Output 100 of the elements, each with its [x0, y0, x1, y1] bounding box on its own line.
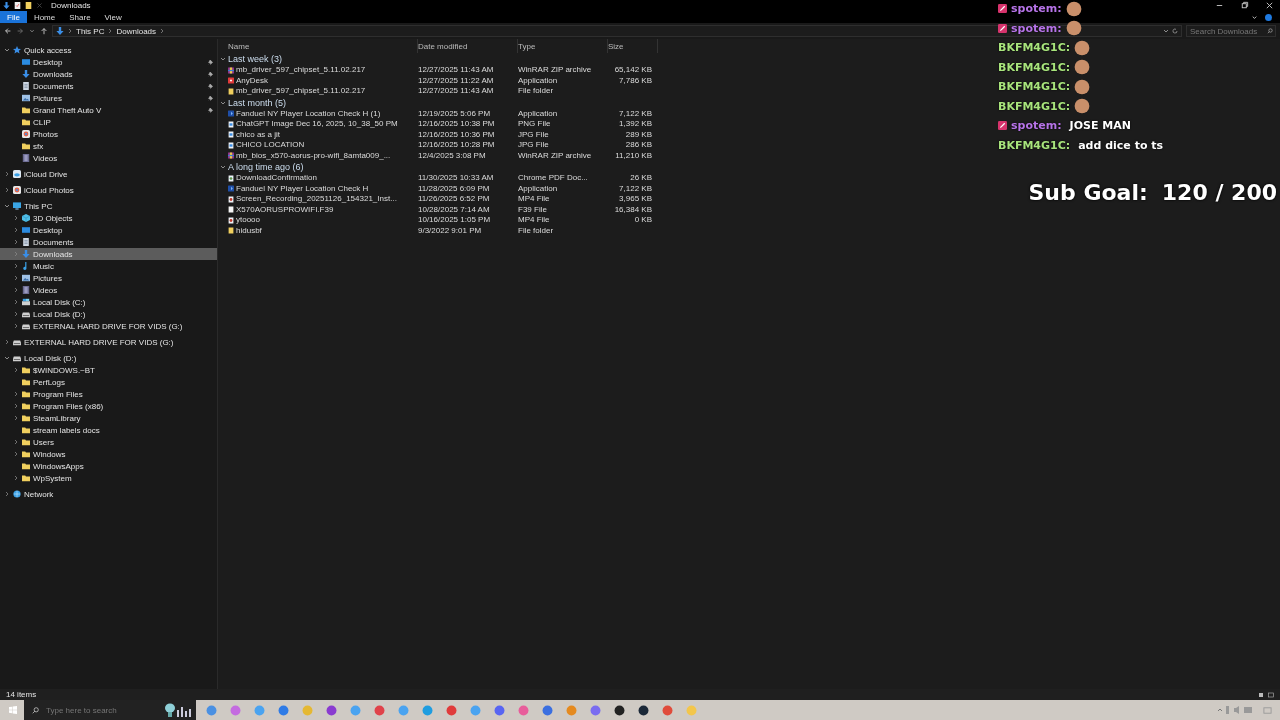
chevron-down-icon[interactable] [1163, 28, 1169, 34]
help-icon[interactable] [1265, 13, 1272, 21]
ribbon-tab[interactable]: Share [62, 11, 98, 23]
chevron-down-icon[interactable] [4, 203, 10, 209]
nav-item[interactable]: Music [0, 260, 217, 272]
nav-item[interactable]: Program Files [0, 388, 217, 400]
nav-item[interactable]: Windows [0, 448, 217, 460]
search-field[interactable]: Search Downloads [1186, 25, 1276, 37]
file-name[interactable]: ChatGPT Image Dec 16, 2025, 10_38_50 PM [228, 119, 418, 130]
chevron-right-icon[interactable] [13, 239, 19, 245]
nav-item[interactable]: Local Disk (D:) [0, 308, 217, 320]
nav-item[interactable]: iCloud Photos [0, 184, 217, 196]
file-name[interactable]: Screen_Recording_20251126_154321_Inst... [228, 194, 418, 205]
group-header[interactable]: Last month (5) [220, 96, 650, 109]
group-header[interactable]: Last week (3) [220, 53, 650, 65]
chevron-right-icon[interactable] [13, 263, 19, 269]
ribbon-tab[interactable]: View [97, 11, 129, 23]
nav-item[interactable]: SteamLibrary [0, 412, 217, 424]
nav-item[interactable]: Downloads [0, 248, 217, 260]
file-name[interactable]: ytoooo [228, 215, 418, 226]
chevron-right-icon[interactable] [13, 451, 19, 457]
details-view-icon[interactable] [1258, 691, 1264, 698]
nav-item[interactable]: Program Files (x86) [0, 400, 217, 412]
nav-item[interactable]: iCloud Drive [0, 168, 217, 180]
chevron-right-icon[interactable] [13, 227, 19, 233]
nav-item[interactable]: Documents [0, 80, 217, 92]
nav-item[interactable]: Users [0, 436, 217, 448]
file-name[interactable]: hidusbf [228, 225, 418, 236]
column-header[interactable]: Name [228, 39, 418, 53]
column-header[interactable]: Type [518, 39, 608, 53]
chevron-right-icon[interactable] [13, 323, 19, 329]
nav-item[interactable]: Downloads [0, 68, 217, 80]
chevron-right-icon[interactable] [4, 491, 10, 497]
chevron-right-icon[interactable] [13, 275, 19, 281]
file-name[interactable]: Fanduel NY Player Location Check H (1) [228, 108, 418, 119]
nav-item[interactable]: WpSystem [0, 472, 217, 484]
nav-item[interactable]: Local Disk (D:) [0, 352, 217, 364]
nav-item[interactable]: EXTERNAL HARD DRIVE FOR VIDS (G:) [0, 320, 217, 332]
nav-item[interactable]: Desktop [0, 224, 217, 236]
nav-item[interactable]: stream labels docs [0, 424, 217, 436]
chevron-right-icon[interactable] [13, 403, 19, 409]
nav-item[interactable]: sfx [0, 140, 217, 152]
breadcrumb-item[interactable]: Downloads [116, 26, 157, 36]
column-header[interactable]: Date modified [418, 39, 518, 53]
nav-item[interactable]: Videos [0, 284, 217, 296]
chevron-right-icon[interactable] [4, 339, 10, 345]
nav-item[interactable]: PerfLogs [0, 376, 217, 388]
file-name[interactable]: mb_bios_x570-aorus-pro-wifi_8amta009_... [228, 150, 418, 161]
folder-icon[interactable] [25, 2, 32, 9]
restore-icon[interactable] [1240, 1, 1249, 10]
chevron-right-icon[interactable] [13, 439, 19, 445]
nav-item[interactable]: Pictures [0, 272, 217, 284]
nav-item[interactable]: $WINDOWS.~BT [0, 364, 217, 376]
nav-item[interactable]: Desktop [0, 56, 217, 68]
file-name[interactable]: CHICO LOCATION [228, 140, 418, 151]
nav-item[interactable]: Local Disk (C:) [0, 296, 217, 308]
chevron-right-icon[interactable] [13, 311, 19, 317]
chevron-down-icon[interactable] [28, 27, 36, 35]
breadcrumb-item[interactable]: This PC [76, 26, 105, 36]
chevron-down-icon[interactable] [4, 47, 10, 53]
nav-item[interactable]: 3D Objects [0, 212, 217, 224]
alien-widget-icon[interactable] [162, 703, 192, 717]
nav-item[interactable]: This PC [0, 200, 217, 212]
file-name[interactable]: mb_driver_597_chipset_5.11.02.217 [228, 86, 418, 97]
forward-arrow-icon[interactable] [16, 27, 24, 35]
chevron-down-icon[interactable] [220, 164, 226, 170]
chevron-right-icon[interactable] [13, 299, 19, 305]
chevron-down-icon[interactable] [220, 56, 226, 62]
tiles-view-icon[interactable] [1268, 691, 1274, 698]
nav-item[interactable]: Photos [0, 128, 217, 140]
nav-item[interactable]: Network [0, 488, 217, 500]
ribbon-tab[interactable]: File [0, 11, 27, 23]
chevron-down-icon[interactable] [220, 99, 226, 106]
file-name[interactable]: Fanduel NY Player Location Check H [228, 183, 418, 194]
column-header[interactable]: Size [608, 39, 658, 53]
back-arrow-icon[interactable] [4, 27, 12, 35]
up-arrow-icon[interactable] [40, 27, 48, 35]
nav-item[interactable]: Quick access [0, 44, 217, 56]
taskbar-app-icon[interactable] [614, 704, 625, 716]
group-header[interactable]: A long time ago (6) [220, 161, 650, 173]
taskbar-app-icon[interactable] [638, 704, 649, 716]
chevron-right-icon[interactable] [13, 215, 19, 221]
taskbar-search-field[interactable]: Type here to search [24, 700, 196, 720]
chevron-down-icon[interactable] [4, 355, 10, 361]
file-name[interactable]: mb_driver_597_chipset_5.11.02.217 [228, 65, 418, 76]
file-name[interactable]: AnyDesk [228, 75, 418, 86]
chevron-right-icon[interactable] [4, 187, 10, 193]
nav-item[interactable]: WindowsApps [0, 460, 217, 472]
windows-start-icon[interactable] [9, 706, 17, 714]
nav-item[interactable]: Pictures [0, 92, 217, 104]
file-name[interactable]: X570AORUSPROWIFI.F39 [228, 204, 418, 215]
chevron-right-icon[interactable] [13, 415, 19, 421]
chevron-right-icon[interactable] [13, 287, 19, 293]
chevron-right-icon[interactable] [13, 391, 19, 397]
chevron-right-icon[interactable] [4, 171, 10, 177]
nav-item[interactable]: CLIP [0, 116, 217, 128]
nav-item[interactable]: Documents [0, 236, 217, 248]
nav-item[interactable]: EXTERNAL HARD DRIVE FOR VIDS (G:) [0, 336, 217, 348]
refresh-icon[interactable] [1172, 28, 1178, 34]
nav-item[interactable]: Grand Theft Auto V [0, 104, 217, 116]
